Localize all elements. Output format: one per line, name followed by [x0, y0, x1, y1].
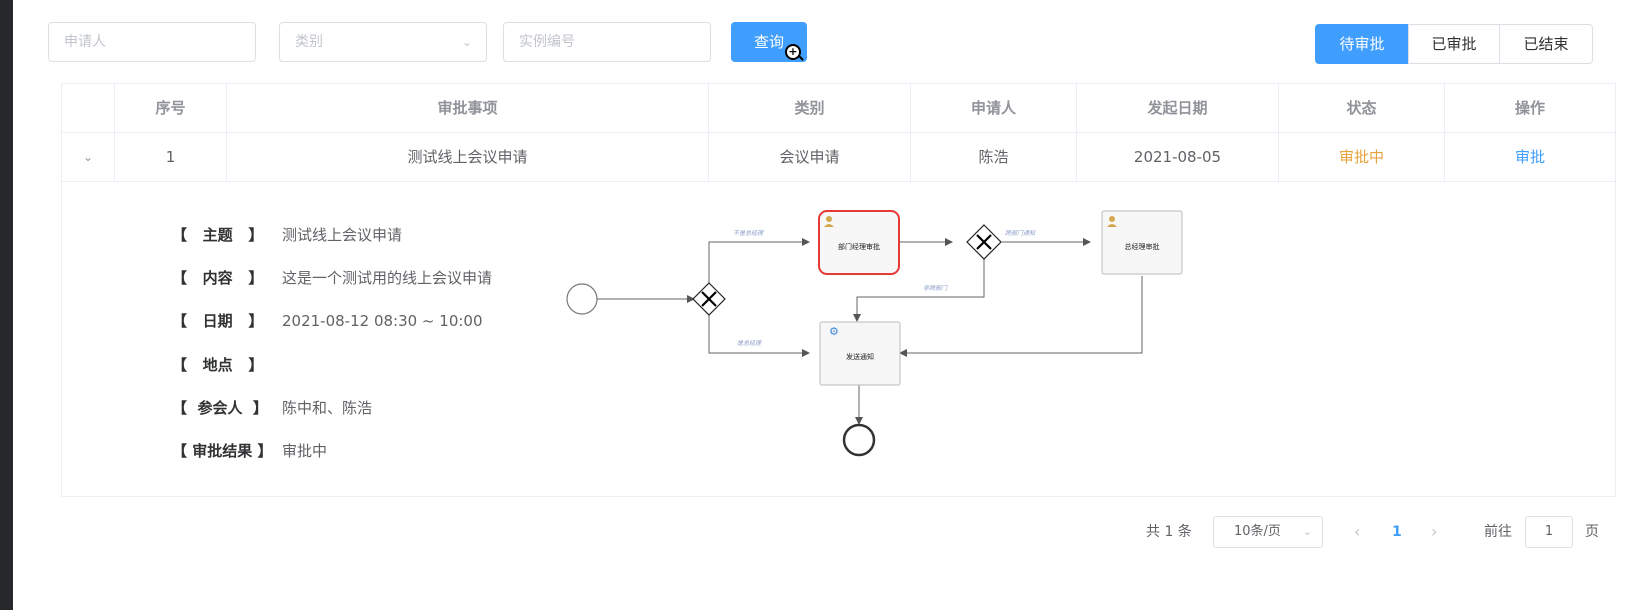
column-header-date: 发起日期	[1077, 84, 1279, 132]
edge-label-is-gm: 是总经理	[737, 339, 762, 347]
start-event	[566, 283, 598, 315]
tab-approved[interactable]: 已审批	[1408, 24, 1500, 64]
column-header-action: 操作	[1514, 99, 1545, 117]
applicant-placeholder: 申请人	[64, 34, 106, 50]
general-manager-task-label: 总经理审批	[1125, 242, 1160, 251]
row-status: 审批中	[1279, 133, 1445, 181]
row-applicant: 陈浩	[911, 133, 1077, 181]
row-date: 2021-08-05	[1077, 133, 1279, 181]
chevron-down-icon: ⌄	[1302, 525, 1312, 538]
send-notification-task-label: 发送通知	[846, 352, 874, 361]
goto-page-input[interactable]: 1	[1525, 516, 1573, 548]
row-index: 1	[115, 133, 227, 181]
exclusive-gateway-2	[966, 224, 1002, 260]
table-header: 序号 审批事项 类别 申请人 发起日期 状态 操作	[62, 84, 1615, 133]
end-event	[842, 423, 876, 457]
main-panel: 申请人 类别 ⌄ 实例编号 查询 + 待审批 已审批 已结束 序号 审批事项 类…	[13, 0, 1627, 610]
edge-label-not-gm: 不是总经理	[733, 229, 764, 237]
approval-table: 序号 审批事项 类别 申请人 发起日期 状态 操作 ⌄ 1 测试线上会议申请 会…	[61, 83, 1616, 497]
exclusive-gateway-1	[692, 282, 726, 316]
category-select[interactable]: 类别 ⌄	[279, 22, 487, 62]
expand-column-header	[62, 84, 115, 132]
page-size-value: 10条/页	[1234, 524, 1281, 539]
column-header-category: 类别	[709, 84, 911, 132]
expanded-detail: 【 主题 】测试线上会议申请 【 内容 】这是一个测试用的线上会议申请 【 日期…	[62, 182, 1615, 496]
process-flow-diagram: 部门经理审批 总经理审批 ⚙ 发送通知 不是总经理 是总经理 跨部门通知 非跨部…	[566, 210, 1183, 457]
next-page-icon[interactable]: ›	[1431, 516, 1437, 548]
expand-row-chevron-icon[interactable]: ⌄	[62, 133, 115, 181]
page-size-select[interactable]: 10条/页 ⌄	[1213, 516, 1323, 548]
instance-number-input[interactable]: 实例编号	[503, 22, 711, 62]
chevron-down-icon: ⌄	[461, 35, 472, 49]
edge-label-cross-dept: 跨部门通知	[1005, 229, 1036, 237]
instance-placeholder: 实例编号	[519, 34, 575, 50]
zoom-in-cursor-icon: +	[785, 44, 801, 60]
column-header-status: 状态	[1279, 84, 1445, 132]
applicant-input[interactable]: 申请人	[48, 22, 256, 62]
prev-page-icon[interactable]: ‹	[1354, 516, 1360, 548]
column-header-index: 序号	[115, 84, 227, 132]
tab-pending[interactable]: 待审批	[1315, 24, 1409, 64]
column-header-applicant: 申请人	[911, 84, 1077, 132]
category-placeholder: 类别	[295, 34, 323, 50]
row-category: 会议申请	[709, 133, 911, 181]
current-page[interactable]: 1	[1392, 516, 1402, 548]
tab-ended[interactable]: 已结束	[1499, 24, 1593, 64]
gear-icon: ⚙	[829, 325, 839, 338]
table-row: ⌄ 1 测试线上会议申请 会议申请 陈浩 2021-08-05 审批中 审批	[62, 133, 1615, 182]
dept-manager-task-label: 部门经理审批	[838, 242, 880, 251]
pagination-total: 共 1 条	[1146, 524, 1192, 540]
approve-link[interactable]: 审批	[1445, 133, 1615, 181]
page-unit-label: 页	[1585, 524, 1599, 540]
column-header-item: 审批事项	[227, 84, 709, 132]
row-item: 测试线上会议申请	[227, 133, 709, 181]
goto-label: 前往	[1484, 524, 1512, 540]
edge-label-not-cross: 非跨部门	[923, 284, 948, 292]
